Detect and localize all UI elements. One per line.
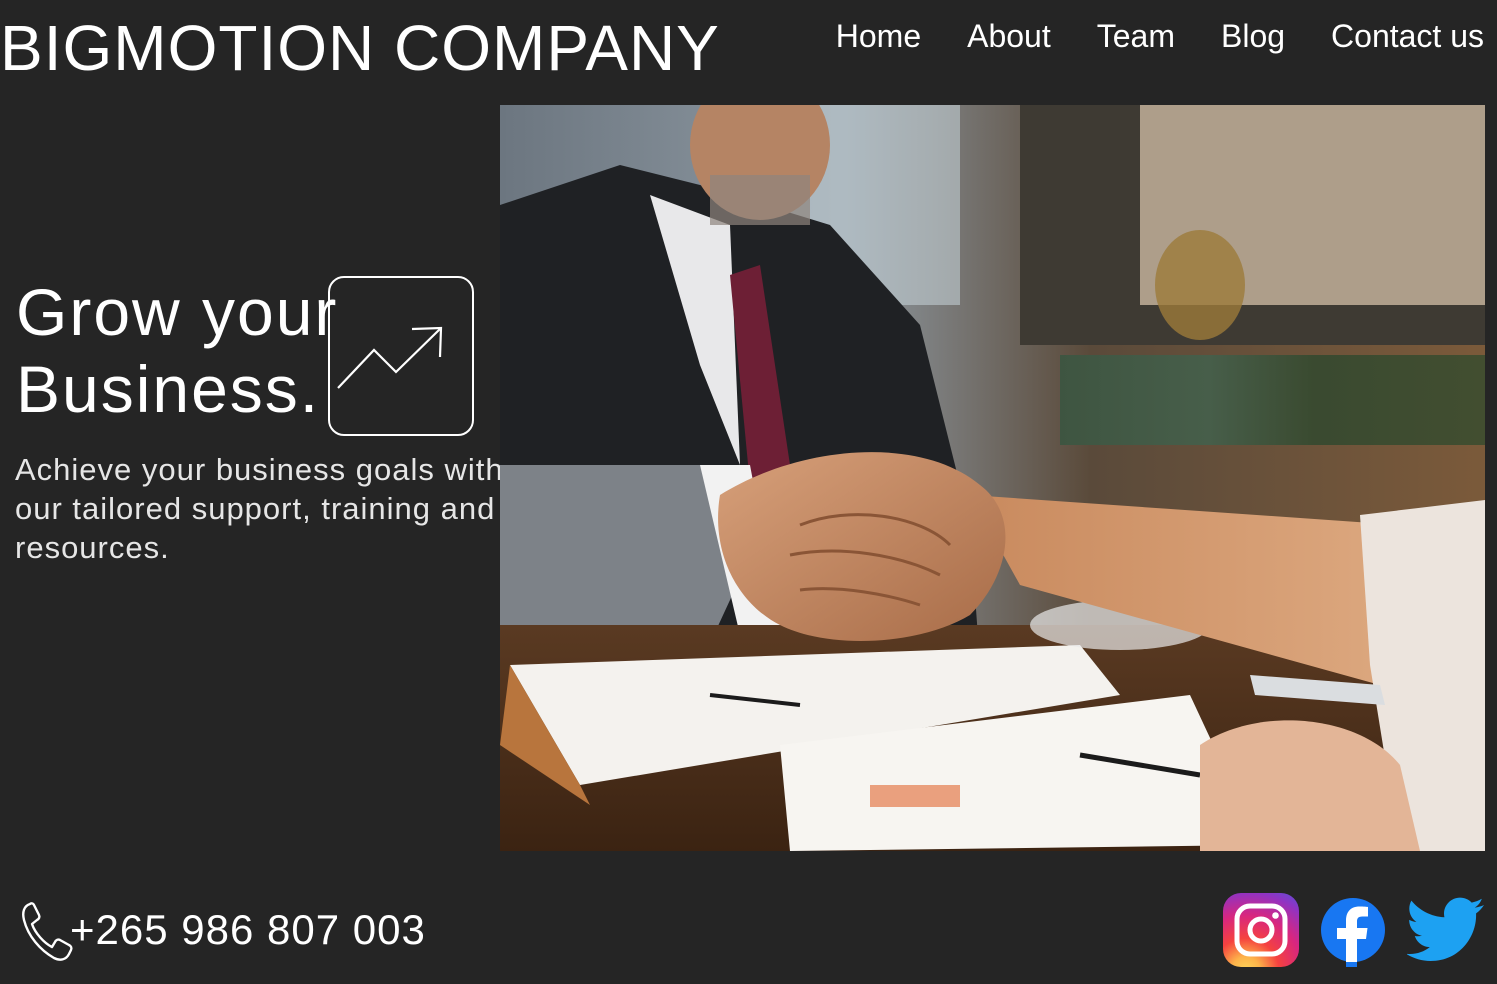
page: BIGMOTION COMPANY Home About Team Blog C… [0,0,1497,984]
phone-icon [22,902,73,961]
hero-title-line-1: Grow your [16,275,339,349]
social-links [1223,893,1485,967]
phone-number: +265 986 807 003 [70,906,426,953]
trending-up-icon [328,276,474,436]
main-nav: Home About Team Blog Contact us [836,14,1484,58]
instagram-icon[interactable] [1223,893,1299,967]
nav-team[interactable]: Team [1097,14,1175,58]
hero-title-line-2: Business. [16,352,321,426]
nav-about[interactable]: About [967,14,1051,58]
hero-title: Grow your Business. [16,274,338,428]
handshake-photo [500,105,1485,851]
nav-blog[interactable]: Blog [1221,14,1285,58]
twitter-icon[interactable] [1407,893,1485,967]
phone-contact[interactable]: +265 986 807 003 [20,898,426,962]
nav-contact-us[interactable]: Contact us [1331,14,1484,58]
hero-description: Achieve your business goals with our tai… [15,452,504,565]
brand-logo-text[interactable]: BIGMOTION COMPANY [0,10,720,86]
nav-home[interactable]: Home [836,14,921,58]
facebook-icon[interactable] [1320,893,1386,967]
